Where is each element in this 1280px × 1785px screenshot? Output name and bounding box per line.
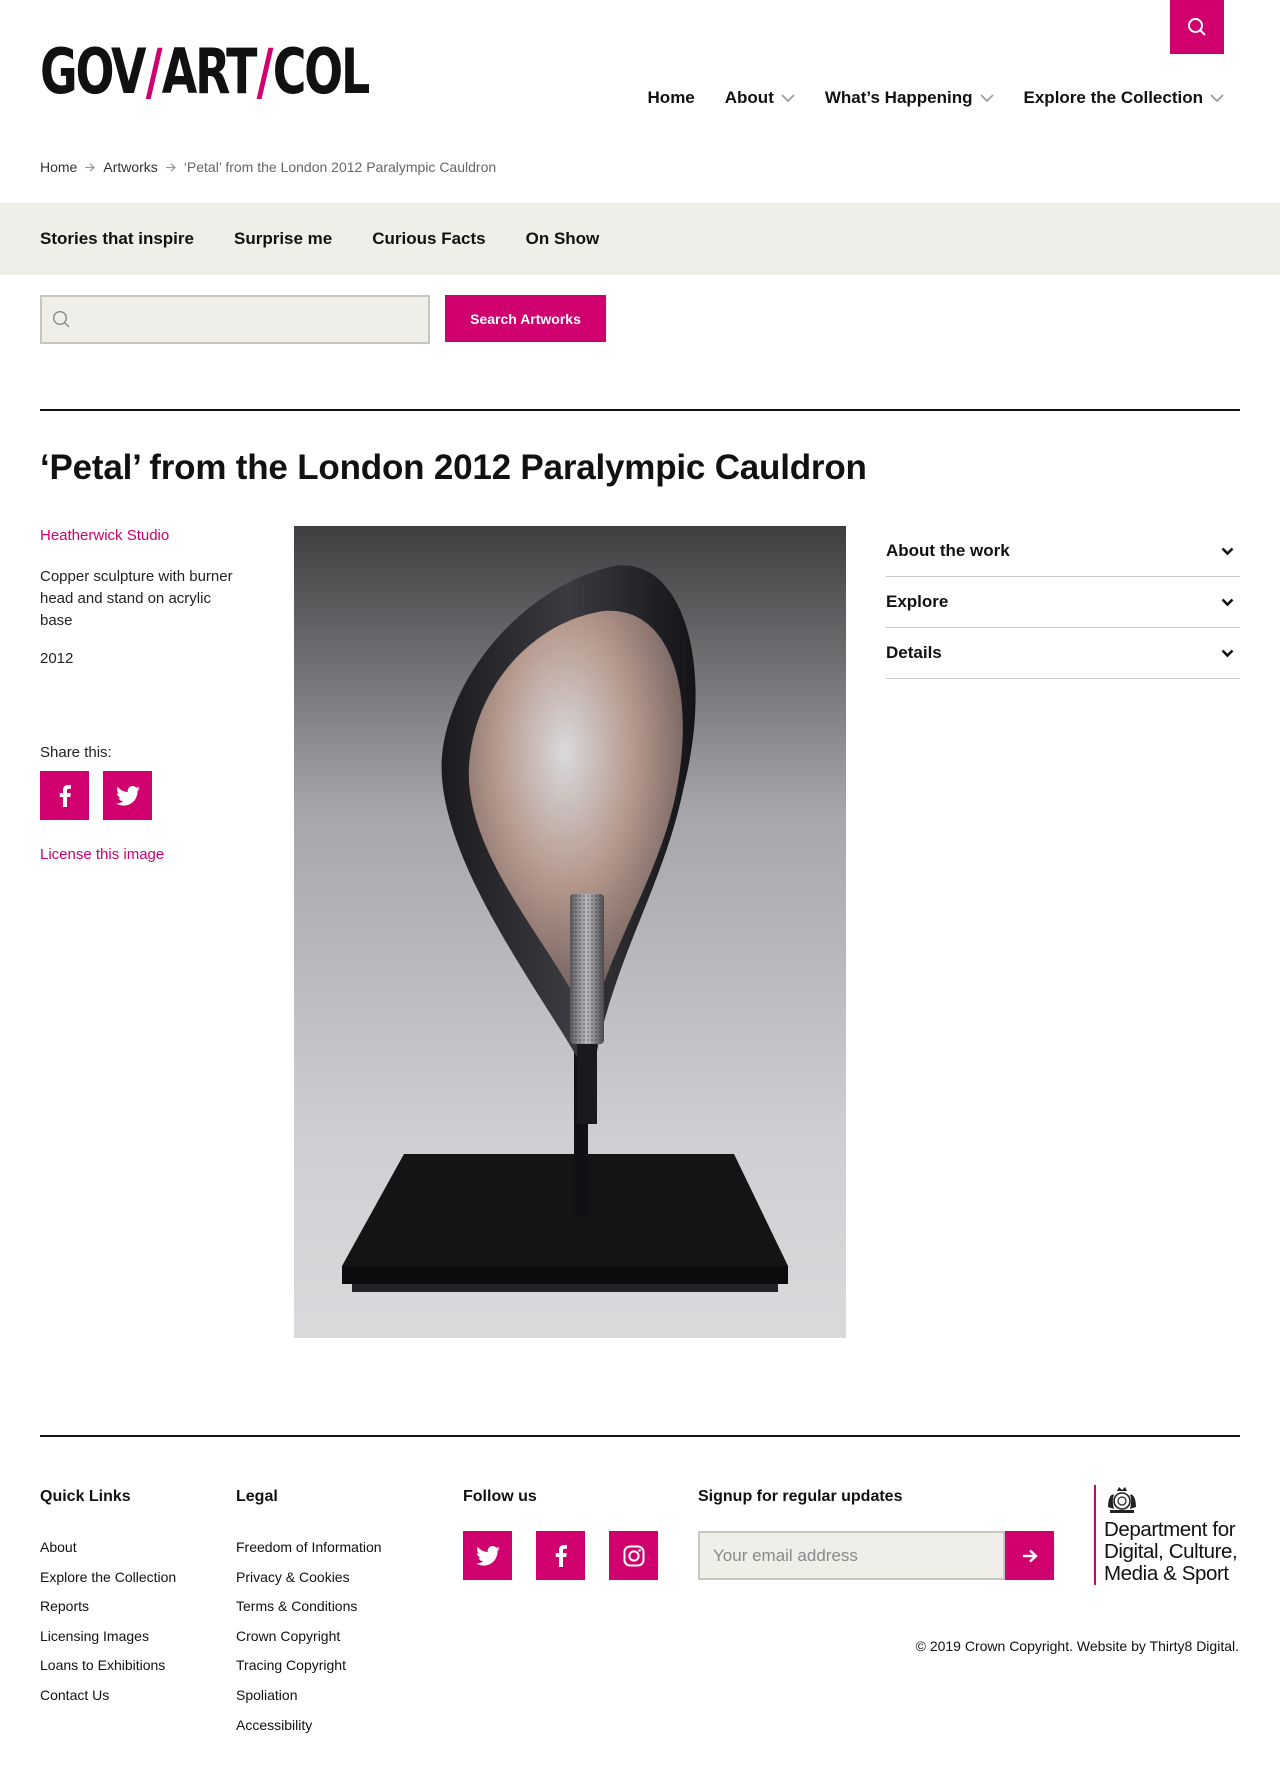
copyright-text: © 2019 Crown Copyright. Website by Thirt… (915, 1638, 1239, 1654)
chevron-down-icon (1221, 598, 1234, 606)
nav-item-label: Home (647, 88, 695, 107)
footer-link-crown-copyright[interactable]: Crown Copyright (236, 1622, 382, 1652)
footer-legal-links: Freedom of Information Privacy & Cookies… (236, 1533, 382, 1740)
footer-link-explore-collection[interactable]: Explore the Collection (40, 1563, 176, 1593)
footer-link-accessibility[interactable]: Accessibility (236, 1711, 382, 1741)
dcms-logo-text: Department for Digital, Culture, Media &… (1104, 1519, 1244, 1585)
chevron-down-icon (1221, 547, 1234, 555)
footer-link-contact[interactable]: Contact Us (40, 1681, 176, 1711)
follow-instagram-button[interactable] (609, 1531, 658, 1580)
follow-facebook-button[interactable] (536, 1531, 585, 1580)
site-logo[interactable]: GOV / ART / COL (40, 35, 370, 108)
subnav-curious-facts[interactable]: Curious Facts (372, 229, 485, 249)
footer-link-tracing-copyright[interactable]: Tracing Copyright (236, 1651, 382, 1681)
main-nav: Home About What’s Happening Explore the … (618, 86, 1224, 110)
nav-item-label: What’s Happening (824, 88, 973, 107)
newsletter-submit-button[interactable] (1005, 1531, 1054, 1580)
twitter-icon (115, 785, 140, 806)
footer-signup-heading: Signup for regular updates (698, 1488, 903, 1505)
arrow-right-icon (85, 162, 96, 172)
license-image-link[interactable]: License this image (40, 846, 164, 863)
subnav-surprise[interactable]: Surprise me (234, 229, 332, 249)
footer-link-about[interactable]: About (40, 1533, 176, 1563)
footer-quick-links: About Explore the Collection Reports Lic… (40, 1533, 176, 1711)
accordion-details[interactable]: Details (886, 628, 1240, 679)
chevron-down-icon (781, 93, 795, 103)
chevron-down-icon (1210, 93, 1224, 103)
breadcrumb-home[interactable]: Home (40, 159, 77, 175)
accordion-label: Details (886, 643, 942, 662)
accordion-explore[interactable]: Explore (886, 577, 1240, 628)
subnav-on-show[interactable]: On Show (526, 229, 600, 249)
arrow-right-icon (165, 162, 176, 172)
header-search-button[interactable] (1170, 0, 1224, 54)
breadcrumb: Home Artworks ‘Petal’ from the London 20… (40, 159, 496, 175)
artwork-medium: Copper sculpture with burner head and st… (40, 568, 233, 629)
breadcrumb-artworks[interactable]: Artworks (103, 159, 157, 175)
artwork-search-field (40, 295, 430, 344)
share-twitter-button[interactable] (103, 771, 152, 820)
footer-quick-links-heading: Quick Links (40, 1488, 131, 1505)
newsletter-email-field (698, 1531, 1005, 1580)
accordion-label: Explore (886, 592, 949, 611)
divider (40, 409, 1240, 411)
nav-item-whats-happening[interactable]: What’s Happening (825, 86, 994, 110)
twitter-icon (475, 1545, 500, 1566)
page-title: ‘Petal’ from the London 2012 Paralympic … (40, 448, 867, 487)
nav-item-about[interactable]: About (725, 86, 795, 110)
royal-crest-icon (1108, 1487, 1136, 1513)
artwork-image (294, 526, 846, 1338)
sub-nav: Stories that inspire Surprise me Curious… (0, 203, 1280, 275)
footer-link-spoliation[interactable]: Spoliation (236, 1681, 382, 1711)
footer-link-reports[interactable]: Reports (40, 1592, 176, 1622)
accordion-label: About the work (886, 541, 1010, 560)
subnav-stories[interactable]: Stories that inspire (40, 229, 194, 249)
chevron-down-icon (979, 93, 994, 103)
logo-part-gov: GOV (40, 35, 147, 108)
search-icon (52, 310, 70, 328)
dcms-logo-bar (1094, 1485, 1096, 1585)
breadcrumb-current: ‘Petal’ from the London 2012 Paralympic … (183, 159, 497, 175)
arrow-right-icon (1022, 1549, 1038, 1562)
dcms-line: Digital, Culture, (1104, 1540, 1238, 1563)
dcms-line: Media & Sport (1104, 1562, 1229, 1585)
dcms-logo[interactable]: Department for Digital, Culture, Media &… (1094, 1485, 1244, 1585)
accordion-about-the-work[interactable]: About the work (886, 526, 1240, 577)
facebook-icon (59, 784, 71, 807)
instagram-icon (623, 1545, 644, 1566)
artist-link[interactable]: Heatherwick Studio (40, 527, 169, 544)
facebook-icon (555, 1544, 567, 1567)
footer-legal-heading: Legal (236, 1488, 278, 1505)
footer-follow-heading: Follow us (463, 1488, 537, 1505)
artwork-accordion: About the work Explore Details (886, 526, 1240, 679)
logo-slash: / (256, 35, 274, 108)
nav-item-home[interactable]: Home (648, 86, 695, 110)
nav-item-label: Explore the Collection (1023, 88, 1203, 107)
artwork-year: 2012 (40, 650, 74, 667)
logo-slash: / (145, 35, 163, 108)
follow-twitter-button[interactable] (463, 1531, 512, 1580)
nav-item-explore-collection[interactable]: Explore the Collection (1024, 86, 1224, 110)
logo-part-col: COL (272, 35, 370, 108)
share-label: Share this: (40, 744, 112, 761)
footer-link-foi[interactable]: Freedom of Information (236, 1533, 382, 1563)
dcms-line: Department for (1104, 1518, 1236, 1541)
share-facebook-button[interactable] (40, 771, 89, 820)
footer-divider (40, 1435, 1240, 1437)
search-icon (1188, 18, 1206, 36)
nav-item-label: About (724, 88, 774, 107)
search-artworks-button[interactable]: Search Artworks (445, 295, 606, 342)
artwork-search-input[interactable] (79, 297, 428, 342)
footer-link-terms[interactable]: Terms & Conditions (236, 1592, 382, 1622)
newsletter-email-input[interactable] (700, 1533, 1003, 1578)
chevron-down-icon (1221, 649, 1234, 657)
footer-link-loans[interactable]: Loans to Exhibitions (40, 1651, 176, 1681)
footer-link-privacy[interactable]: Privacy & Cookies (236, 1563, 382, 1593)
footer-link-licensing-images[interactable]: Licensing Images (40, 1622, 176, 1652)
logo-part-art: ART (161, 35, 258, 108)
